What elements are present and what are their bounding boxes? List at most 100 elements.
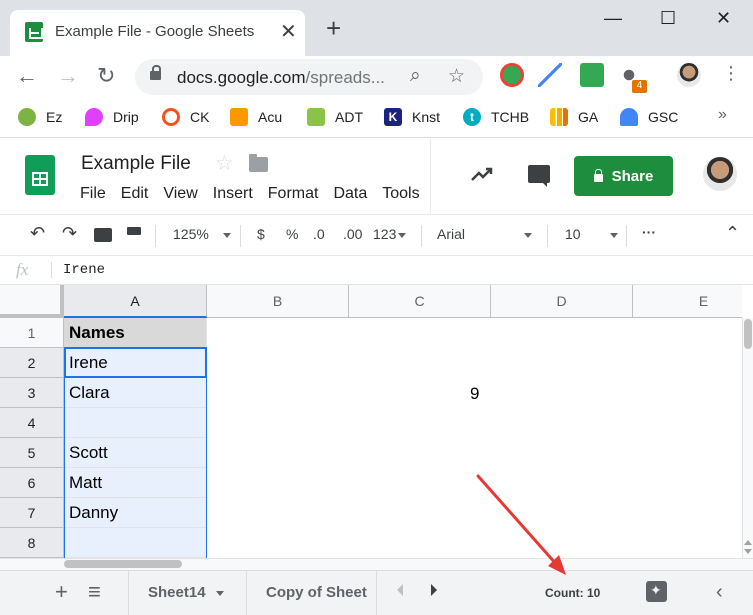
column-header-d[interactable]: D [491, 285, 633, 318]
row-header-8[interactable]: 8 [0, 528, 64, 558]
bookmark-ez[interactable]: Ez [18, 108, 62, 126]
cell-a7[interactable]: Danny [64, 498, 207, 528]
bookmark-drip[interactable]: Drip [85, 108, 139, 126]
menu-view[interactable]: View [163, 185, 197, 203]
column-header-a[interactable]: A [64, 285, 207, 318]
zoom-icon[interactable]: ⌕ [410, 65, 421, 87]
activity-dashboard-icon[interactable] [469, 161, 495, 187]
bookmark-knst[interactable]: K Knst [384, 108, 440, 126]
add-sheet-button[interactable]: + [55, 579, 68, 605]
share-button[interactable]: Share [574, 156, 673, 196]
minimize-button[interactable]: — [604, 8, 622, 29]
row-header-4[interactable]: 4 [0, 408, 64, 438]
print-extension-icon[interactable] [580, 63, 604, 87]
paint-format-icon[interactable] [127, 227, 141, 235]
column-header-b[interactable]: B [207, 285, 349, 318]
zoom-select[interactable]: 125% [173, 226, 231, 242]
row-header-6[interactable]: 6 [0, 468, 64, 498]
row-header-3[interactable]: 3 [0, 378, 64, 408]
increase-decimal-button[interactable]: .00 [343, 226, 362, 242]
bookmark-ga[interactable]: GA [550, 108, 598, 126]
cell-a3[interactable]: Clara [64, 378, 207, 408]
cell-a4[interactable] [64, 408, 207, 438]
bookmark-tchb[interactable]: t TCHB [463, 108, 529, 126]
cell-a5[interactable]: Scott [64, 438, 207, 468]
document-title[interactable]: Example File [81, 153, 191, 175]
row-header-2[interactable]: 2 [0, 348, 64, 378]
folder-icon[interactable] [249, 154, 268, 172]
scroll-down-icon[interactable] [744, 549, 752, 554]
scroll-tabs-left-icon[interactable] [397, 584, 403, 596]
comment-icon[interactable] [528, 165, 550, 187]
font-family-select[interactable]: Arial [437, 226, 533, 242]
selection-count[interactable]: Count: 10 [545, 586, 600, 600]
browser-tab[interactable]: Example File - Google Sheets ✕ [10, 10, 305, 56]
bookmark-ck[interactable]: CK [162, 108, 209, 126]
bookmark-gsc[interactable]: GSC [620, 108, 678, 126]
formula-input[interactable]: Irene [63, 262, 105, 278]
menu-data[interactable]: Data [333, 185, 367, 203]
menu-tools[interactable]: Tools [382, 185, 419, 203]
all-sheets-button[interactable]: ≡ [88, 579, 101, 605]
sheet-tab-sheet14[interactable]: Sheet14 [128, 571, 246, 615]
close-window-button[interactable]: ✕ [716, 8, 731, 29]
more-options-button[interactable]: ··· [642, 224, 656, 240]
formula-divider [51, 262, 52, 278]
menu-edit[interactable]: Edit [121, 185, 149, 203]
star-bookmark-icon[interactable]: ☆ [448, 65, 465, 88]
new-tab-button[interactable]: + [326, 15, 341, 41]
cell-a6[interactable]: Matt [64, 468, 207, 498]
side-panel-toggle-icon[interactable]: ‹ [716, 581, 723, 604]
forward-icon[interactable]: → [57, 63, 79, 89]
explore-icon[interactable] [646, 581, 667, 602]
print-icon[interactable] [94, 228, 112, 242]
url-text[interactable]: docs.google.com/spreads... [177, 68, 385, 88]
scroll-tabs-right-icon[interactable] [431, 584, 437, 596]
account-avatar[interactable] [703, 157, 737, 191]
reload-icon[interactable]: ↻ [97, 63, 115, 89]
menu-file[interactable]: File [80, 185, 106, 203]
bookmark-adt[interactable]: ADT [307, 108, 363, 126]
tab-close-icon[interactable]: ✕ [280, 19, 297, 44]
cell-a8[interactable] [64, 528, 207, 558]
sheets-logo-icon[interactable] [25, 155, 55, 195]
star-icon[interactable]: ☆ [215, 151, 234, 176]
row-header-1[interactable]: 1 [0, 318, 64, 348]
collapse-toolbar-icon[interactable]: ⌃ [725, 223, 740, 244]
sheets-header: Example File ☆ File Edit View Insert For… [0, 139, 753, 214]
grammarly-extension-icon[interactable] [500, 63, 524, 87]
menu-insert[interactable]: Insert [213, 185, 253, 203]
redo-icon[interactable]: ↷ [62, 223, 77, 244]
vertical-scrollbar[interactable] [742, 318, 753, 558]
ga-icon [550, 108, 568, 126]
column-header-c[interactable]: C [349, 285, 491, 318]
vertical-scroll-thumb[interactable] [744, 319, 752, 349]
scroll-up-icon[interactable] [744, 540, 752, 545]
cell-c3[interactable]: 9 [470, 384, 479, 404]
menu-format[interactable]: Format [268, 185, 319, 203]
row-header-5[interactable]: 5 [0, 438, 64, 468]
bookmark-acu[interactable]: Acu [230, 108, 282, 126]
column-header-e[interactable]: E [633, 285, 742, 318]
font-size-select[interactable]: 10 [565, 226, 618, 242]
sheet-tab-copy-of-sheet[interactable]: Copy of Sheet [246, 571, 376, 615]
undo-icon[interactable]: ↶ [30, 223, 45, 244]
maximize-button[interactable]: ☐ [660, 8, 676, 29]
cell-a2[interactable]: Irene [64, 348, 207, 378]
back-icon[interactable]: ← [16, 63, 38, 89]
select-all-corner[interactable] [0, 285, 64, 318]
bookmarks-overflow-icon[interactable]: » [718, 106, 727, 124]
decrease-decimal-button[interactable]: .0 [313, 226, 325, 242]
browser-menu-icon[interactable]: ⋮ [722, 63, 740, 84]
number-format-select[interactable]: 123 [373, 226, 407, 242]
percent-format-button[interactable]: % [286, 226, 298, 242]
gsc-icon [620, 108, 638, 126]
row-header-7[interactable]: 7 [0, 498, 64, 528]
address-bar[interactable]: docs.google.com/spreads... ⌕ ☆ [135, 59, 483, 95]
analytics-extension-icon[interactable] [538, 63, 562, 87]
profile-avatar[interactable] [677, 63, 701, 87]
cell-a1[interactable]: Names [64, 318, 207, 348]
horizontal-scroll-thumb[interactable] [64, 560, 182, 568]
currency-format-button[interactable]: $ [257, 226, 265, 242]
sheet-tabs-bar: + ≡ Sheet14 Copy of Sheet Count: 10 ‹ [0, 570, 753, 615]
